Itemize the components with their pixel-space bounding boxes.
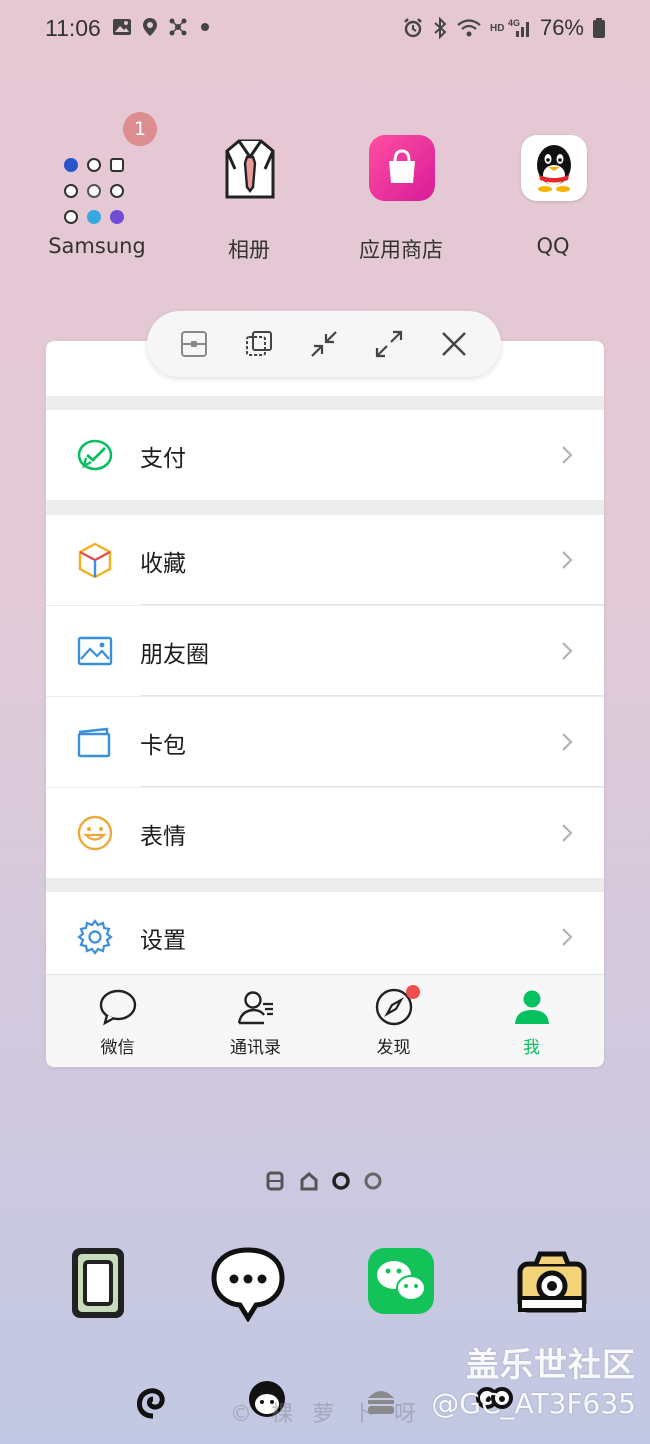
card-wallet-icon (77, 727, 111, 758)
close-icon[interactable] (438, 328, 470, 360)
menu-label-favorites: 收藏 (140, 551, 186, 577)
minimize-icon[interactable] (308, 328, 340, 360)
location-icon (143, 18, 157, 36)
menu-label-settings: 设置 (140, 928, 186, 954)
maximize-icon[interactable] (373, 328, 405, 360)
menu-item-card-wallet[interactable]: 卡包 (46, 697, 604, 787)
chevron-right-icon (562, 446, 573, 464)
dock (0, 1242, 650, 1322)
menu-divider (140, 695, 604, 696)
page-dot (364, 1172, 382, 1190)
chevron-right-icon (562, 733, 573, 751)
current-page-dot (332, 1172, 350, 1190)
user-id-watermark: @GC_AT3F635 (431, 1387, 636, 1420)
menu-divider (140, 604, 604, 605)
menu-label-stickers: 表情 (140, 824, 186, 850)
home-page-indicator[interactable] (264, 1170, 394, 1192)
status-right-icons: HD 4G 76% (402, 15, 606, 41)
tab-label-discover: 发现 (376, 1038, 411, 1058)
app-gallery-label: 相册 (228, 238, 270, 262)
tab-contacts[interactable]: 通讯录 (186, 975, 325, 1067)
back-swirl-icon[interactable] (134, 1382, 172, 1420)
status-bar: 11:06 HD 4G 76% (0, 0, 650, 60)
alarm-icon (404, 18, 422, 38)
camera-icon[interactable] (512, 1242, 592, 1322)
dot-icon (201, 23, 209, 31)
tab-label-chats: 微信 (100, 1038, 135, 1058)
wifi-icon (457, 19, 481, 37)
tab-chats[interactable]: 微信 (48, 975, 187, 1067)
menu-divider (140, 786, 604, 787)
moments-icon (77, 636, 113, 666)
menu-item-moments[interactable]: 朋友圈 (46, 606, 604, 696)
bottom-tab-bar: 微信 通讯录 发现 我 (46, 974, 604, 1067)
menu-item-stickers[interactable]: 表情 (46, 788, 604, 878)
stickers-icon (77, 815, 113, 851)
tab-discover[interactable]: 发现 (324, 975, 463, 1067)
chevron-right-icon (562, 551, 573, 569)
menu-label-payment: 支付 (140, 446, 186, 472)
payment-icon (77, 439, 113, 471)
app-qq-label: QQ (536, 234, 570, 258)
tab-me[interactable]: 我 (462, 975, 601, 1067)
pop-up-view-icon[interactable] (243, 328, 275, 360)
popup-window-toolbar (147, 311, 501, 377)
discover-new-dot (406, 985, 420, 999)
home-app-row: Samsung 1 相册 应用商店 QQ (0, 110, 650, 280)
notification-badge: 1 (123, 112, 157, 146)
status-time: 11:06 (45, 15, 101, 41)
app-store-label: 应用商店 (359, 238, 443, 262)
split-view-icon[interactable] (178, 328, 210, 360)
wechat-popup-window: 支付 收藏 朋友圈 卡包 表情 设置 微信 通讯录 发现 我 (46, 341, 604, 1067)
svg-text:HD: HD (490, 23, 504, 34)
menu-label-moments: 朋友圈 (140, 642, 209, 668)
battery-icon (593, 18, 605, 38)
chat-bubble-icon (99, 989, 136, 1026)
network-icon (169, 18, 187, 36)
author-watermark: © 棵 萝 卜 呀 (230, 1402, 422, 1427)
samsung-folder-icon (36, 132, 124, 224)
chevron-right-icon (562, 928, 573, 946)
phone-frame-icon[interactable] (58, 1242, 138, 1322)
status-left-icons (112, 17, 212, 37)
shirt-tie-icon (217, 135, 283, 201)
chevron-right-icon (562, 642, 573, 660)
hd-signal-icon: HD 4G (490, 18, 529, 37)
tab-label-me: 我 (523, 1038, 540, 1058)
tab-label-contacts: 通讯录 (230, 1038, 281, 1058)
settings-icon (77, 919, 113, 955)
battery-percent: 76% (539, 15, 584, 40)
favorites-icon (78, 542, 112, 579)
chevron-right-icon (562, 824, 573, 842)
menu-label-card-wallet: 卡包 (140, 733, 186, 759)
home-page-icon (300, 1172, 318, 1191)
gallery-icon (113, 19, 131, 35)
menu-item-favorites[interactable]: 收藏 (46, 515, 604, 605)
qq-penguin-icon (521, 135, 587, 201)
shopping-bag-icon (369, 135, 435, 201)
messages-icon[interactable] (208, 1242, 288, 1322)
person-icon (514, 990, 549, 1024)
community-watermark: 盖乐世社区 (466, 1345, 636, 1384)
samsung-folder-label: Samsung (48, 234, 146, 258)
menu-item-payment[interactable]: 支付 (46, 410, 604, 500)
svg-text:4G: 4G (508, 18, 520, 28)
contacts-icon (237, 991, 273, 1025)
bluetooth-icon (434, 17, 447, 39)
wechat-icon[interactable] (362, 1242, 442, 1322)
menu-item-settings[interactable]: 设置 (46, 892, 604, 974)
